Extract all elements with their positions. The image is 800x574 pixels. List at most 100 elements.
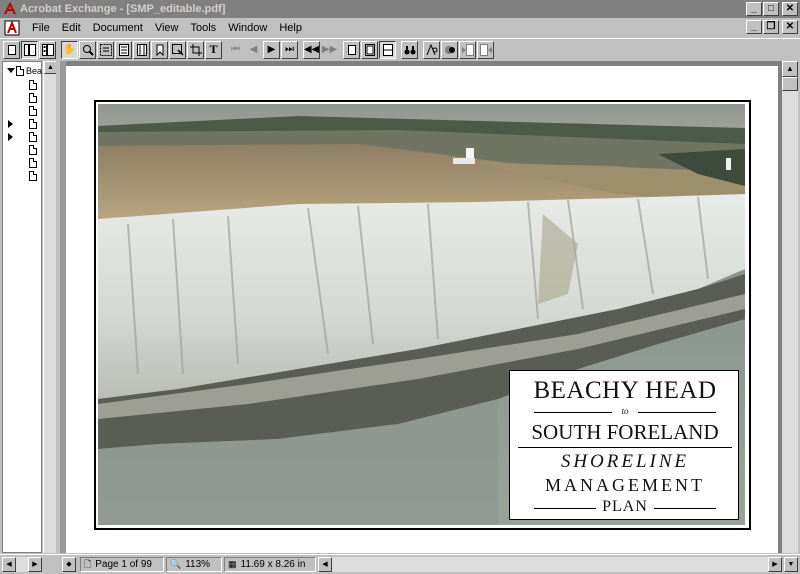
bookmark-hscroll-track[interactable] (16, 557, 28, 572)
cover-title-to: to (621, 406, 629, 416)
link-tool-icon[interactable] (169, 40, 186, 59)
bookmarks-view-icon[interactable] (21, 40, 38, 59)
scroll-down-arrow-icon[interactable]: ▼ (784, 557, 798, 572)
doc-restore-button[interactable]: ❐ (763, 20, 779, 34)
thumbnails-view-icon[interactable] (39, 40, 56, 59)
fit-page-icon[interactable] (361, 40, 378, 59)
fit-width-icon[interactable] (379, 40, 396, 59)
cover-title-line1: BEACHY HEAD (533, 377, 717, 404)
bookmark-scroll-right-arrow-icon[interactable]: ▶ (28, 557, 42, 572)
previous-page-icon[interactable]: ◀ (245, 40, 262, 59)
menu-bar: File Edit Document View Tools Window Hel… (0, 18, 800, 37)
bookmark-item[interactable] (29, 91, 37, 104)
note-tool-icon[interactable] (151, 40, 168, 59)
expand-icon[interactable] (8, 133, 13, 141)
vertical-scrollbar[interactable]: ▲ (782, 61, 798, 553)
pdf-document-icon[interactable] (4, 19, 20, 36)
previous-highlight-icon[interactable] (459, 40, 476, 59)
bookmark-item[interactable] (29, 143, 37, 156)
title-bar: Acrobat Exchange - [SMP_editable.pdf] _ … (0, 0, 800, 18)
search-results-icon[interactable] (441, 40, 458, 59)
zoom-icon: 🔍 (170, 559, 182, 569)
text-select-tool-icon[interactable] (97, 40, 114, 59)
bookmark-item[interactable] (29, 169, 37, 182)
acrobat-app-icon[interactable] (3, 1, 17, 16)
bookmark-root-label: Bea (26, 65, 43, 76)
bookmark-item[interactable] (29, 156, 37, 169)
scroll-right-arrow-icon[interactable]: ▶ (768, 557, 782, 572)
last-page-icon[interactable]: ⏭ (281, 40, 298, 59)
menu-file[interactable]: File (26, 22, 56, 34)
minimize-button[interactable]: _ (746, 2, 762, 16)
menu-help[interactable]: Help (273, 22, 308, 34)
go-back-icon[interactable]: ◀◀ (303, 40, 320, 59)
title-rule-full (518, 447, 732, 448)
bookmark-scrollbar[interactable]: ▲ (43, 61, 57, 553)
cover-title-line2: SOUTH FORELAND (531, 420, 719, 444)
bookmark-icon (29, 92, 37, 103)
doc-minimize-button[interactable]: _ (746, 20, 762, 34)
bookmark-item[interactable] (29, 104, 37, 117)
next-highlight-icon[interactable] (477, 40, 494, 59)
zoom-text: 113% (185, 559, 211, 570)
zoom-tool-icon[interactable] (79, 40, 96, 59)
horizontal-scroll-track[interactable] (332, 557, 768, 572)
page-only-view-icon[interactable] (3, 40, 20, 59)
maximize-button[interactable]: □ (763, 2, 779, 16)
bookmark-pane[interactable]: Bea (2, 61, 42, 553)
menu-view[interactable]: View (149, 22, 185, 34)
column-select-icon[interactable] (115, 40, 132, 59)
page-icon: 🗋 (84, 558, 92, 569)
status-bar: ◀ ▶ ◆ 🗋 Page 1 of 99 🔍 113% ▦ 11.69 x 8.… (0, 554, 800, 574)
go-forward-icon[interactable]: ▶▶ (321, 40, 338, 59)
page-size-field: ▦ 11.69 x 8.26 in (224, 557, 316, 572)
scroll-thumb[interactable] (782, 77, 798, 91)
close-button[interactable]: ✕ (782, 2, 798, 16)
cover-title-box: BEACHY HEAD to SOUTH FORELAND SHORELINE … (509, 370, 739, 520)
page-nav-arrows-icon[interactable]: ◆ (62, 557, 76, 572)
cover-title-line5: PLAN (602, 498, 648, 515)
bookmark-scroll-left-arrow-icon[interactable]: ◀ (2, 557, 16, 572)
bookmark-root[interactable]: Bea (3, 64, 42, 77)
title-rule-right (638, 412, 716, 413)
bookmark-item[interactable] (29, 130, 37, 143)
bookmark-icon (29, 144, 37, 155)
bookmark-icon (29, 105, 37, 116)
collapse-icon[interactable] (7, 68, 15, 73)
bookmark-icon (29, 170, 37, 181)
bookmark-icon (16, 65, 24, 76)
cover-title-line4: MANAGEMENT (545, 475, 705, 495)
doc-close-button[interactable]: ✕ (782, 20, 798, 34)
window-title: Acrobat Exchange - [SMP_editable.pdf] (20, 3, 226, 15)
menu-document[interactable]: Document (87, 22, 149, 34)
cover-title-line3: SHORELINE (560, 451, 690, 472)
scroll-left-arrow-icon[interactable]: ◀ (318, 557, 332, 572)
next-page-icon[interactable]: ▶ (263, 40, 280, 59)
page-number-text: Page 1 of 99 (95, 559, 152, 570)
bookmark-icon (29, 79, 37, 90)
page-size-text: 11.69 x 8.26 in (240, 559, 306, 570)
toolbar: ✋ T ⏮ ◀ ▶ ⏭ ◀◀ ▶▶ (0, 38, 800, 60)
menu-tools[interactable]: Tools (185, 22, 223, 34)
zoom-field[interactable]: 🔍 113% (166, 557, 222, 572)
bookmark-icon (29, 118, 37, 129)
page-size-icon: ▦ (228, 559, 237, 569)
find-binoculars-icon[interactable] (401, 40, 418, 59)
page-number-field[interactable]: 🗋 Page 1 of 99 (80, 557, 164, 572)
text-tool-icon[interactable]: T (205, 40, 222, 59)
menu-edit[interactable]: Edit (56, 22, 87, 34)
actual-size-icon[interactable] (343, 40, 360, 59)
crop-tool-icon[interactable] (187, 40, 204, 59)
title-rule-plan-right (654, 508, 716, 509)
bookmark-item[interactable] (29, 78, 37, 91)
bookmark-item[interactable] (29, 117, 37, 130)
menu-window[interactable]: Window (222, 22, 273, 34)
bookmark-icon (29, 131, 37, 142)
scroll-up-arrow-icon[interactable]: ▲ (782, 61, 798, 77)
expand-icon[interactable] (8, 120, 13, 128)
search-query-icon[interactable] (423, 40, 440, 59)
graphics-select-icon[interactable] (133, 40, 150, 59)
bookmark-icon (29, 157, 37, 168)
first-page-icon[interactable]: ⏮ (227, 40, 244, 59)
hand-tool-icon[interactable]: ✋ (61, 40, 78, 59)
